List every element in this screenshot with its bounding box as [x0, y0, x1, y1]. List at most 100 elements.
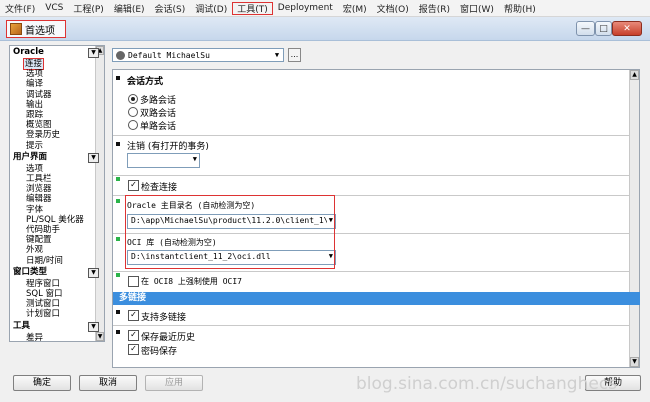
chevron-down-icon: ▼: [192, 155, 197, 163]
menu-item-6[interactable]: 工具(T): [232, 1, 273, 15]
menu-item-2[interactable]: 工程(P): [68, 2, 108, 15]
radio-multi-session[interactable]: [128, 94, 138, 104]
section-marker-icon: [116, 76, 120, 80]
tree-item[interactable]: 字体: [26, 205, 43, 215]
tree-item[interactable]: 调试器: [26, 90, 52, 100]
menu-item-0[interactable]: 文件(F): [0, 2, 40, 15]
logoff-section: 注销 (有打开的事务) ▼: [113, 135, 630, 176]
tree-group-label: Oracle: [13, 47, 44, 57]
tree-item[interactable]: 差异: [26, 333, 43, 341]
menu-item-9[interactable]: 文档(O): [372, 2, 414, 15]
check-connection-checkbox[interactable]: ✓: [128, 180, 139, 191]
preferences-tree: ▲ ▼ Oracle ▼ 连接 选项 编译 调试器 输出 跟踪 概览图 登录历史 提示 用户界面 ▼ 选项…: [9, 45, 105, 342]
minimize-button[interactable]: —: [576, 21, 595, 36]
collapse-toggle-icon[interactable]: ▼: [88, 267, 99, 278]
section-marker-green-icon: [116, 177, 120, 181]
menu-item-8[interactable]: 宏(M): [338, 2, 372, 15]
dialog-title-text: 首选项: [25, 25, 55, 37]
save-password-checkbox[interactable]: ✓: [128, 344, 139, 355]
profile-select[interactable]: Default MichaelSu ▼: [112, 48, 284, 62]
scroll-up-arrow[interactable]: ▲: [630, 70, 639, 80]
tree-item[interactable]: 浏览器: [26, 184, 52, 194]
save-history-checkbox[interactable]: ✓: [128, 330, 139, 341]
check-connection-section: ✓ 检查连接: [113, 175, 630, 196]
force-oci7-section: 在 OCI8 上强制使用 OCI7: [113, 271, 630, 293]
dialog-titlebar: 首选项 — □ ✕: [0, 17, 650, 41]
tree-group-label: 窗口类型: [13, 266, 48, 277]
tree-item[interactable]: SQL 窗口: [26, 289, 63, 299]
tree-item[interactable]: 程序窗口: [26, 279, 60, 289]
multi-connection-label: 支持多链接: [141, 313, 187, 323]
ok-button[interactable]: 确定: [13, 375, 71, 391]
tree-item[interactable]: 编辑器: [26, 194, 52, 204]
menu-item-3[interactable]: 编辑(E): [109, 2, 150, 15]
section-marker-icon: [116, 310, 120, 314]
save-password-label: 密码保存: [141, 347, 178, 357]
panel-scrollbar[interactable]: ▲ ▼: [629, 70, 639, 367]
tree-item[interactable]: PL/SQL 美化器: [26, 215, 84, 225]
logoff-select[interactable]: ▼: [127, 153, 200, 168]
scroll-down-arrow[interactable]: ▼: [96, 332, 104, 341]
menubar: 文件(F) VCS 工程(P) 编辑(E) 会话(S) 调试(D) 工具(T) Deploym…: [0, 0, 650, 17]
profile-gear-icon: [116, 50, 125, 60]
save-history-label: 保存最近历史: [141, 333, 196, 343]
tree-item[interactable]: 代码助手: [26, 225, 60, 235]
tree-item[interactable]: 概览图: [26, 120, 52, 130]
force-oci7-label: 在 OCI8 上强制使用 OCI7: [141, 277, 242, 286]
tree-item[interactable]: 输出: [26, 100, 43, 110]
tree-item[interactable]: 选项: [26, 69, 43, 79]
tree-item[interactable]: 连接: [22, 58, 45, 70]
profile-more-button[interactable]: ...: [288, 48, 301, 62]
tree-item[interactable]: 计划窗口: [26, 309, 60, 319]
menu-item-12[interactable]: 帮助(H): [499, 2, 541, 15]
radio-single-session[interactable]: [128, 120, 138, 130]
radio-multi-session-label: 多路会话: [140, 96, 177, 106]
session-mode-title: 会话方式: [127, 77, 164, 87]
tree-group-label: 工具: [13, 320, 31, 331]
menu-item-7[interactable]: Deployment: [273, 3, 338, 13]
cancel-button[interactable]: 取消: [79, 375, 137, 391]
section-marker-green-icon: [116, 237, 120, 241]
tree-item[interactable]: 外观: [26, 245, 43, 255]
scroll-down-arrow[interactable]: ▼: [630, 357, 639, 367]
tree-group-3[interactable]: 工具 ▼: [11, 321, 101, 332]
dialog-title: 首选项: [6, 20, 66, 38]
menu-item-1[interactable]: VCS: [40, 3, 68, 13]
menu-item-11[interactable]: 窗口(W): [455, 2, 499, 15]
menu-item-5[interactable]: 调试(D): [190, 2, 232, 15]
radio-dual-session[interactable]: [128, 107, 138, 117]
tree-item[interactable]: 提示: [26, 141, 43, 151]
tree-item[interactable]: 测试窗口: [26, 299, 60, 309]
tree-item[interactable]: 选项: [26, 164, 43, 174]
tree-group-2[interactable]: 窗口类型 ▼: [11, 267, 101, 278]
tree-item[interactable]: 登录历史: [26, 130, 60, 140]
section-marker-icon: [116, 142, 120, 146]
close-button[interactable]: ✕: [612, 21, 642, 36]
menu-item-4[interactable]: 会话(S): [150, 2, 191, 15]
multi-connection-checkbox[interactable]: ✓: [128, 310, 139, 321]
section-marker-green-icon: [116, 199, 120, 203]
collapse-toggle-icon[interactable]: ▼: [88, 152, 99, 163]
tree-item[interactable]: 日期/时间: [26, 256, 63, 266]
tree-item[interactable]: 工具栏: [26, 174, 52, 184]
tree-item[interactable]: 键配置: [26, 235, 52, 245]
multi-connection-support-row: ✓ 支持多链接: [113, 306, 630, 326]
watermark-text: blog.sina.com.cn/suchanghecs: [356, 374, 618, 394]
collapse-toggle-icon[interactable]: ▼: [88, 321, 99, 332]
collapse-toggle-icon[interactable]: ▼: [88, 48, 99, 58]
radio-dual-session-label: 双路会话: [140, 109, 177, 119]
tree-group-1[interactable]: 用户界面 ▼: [11, 152, 101, 163]
multi-connection-header: 多链接: [113, 292, 640, 305]
menu-item-10[interactable]: 报告(R): [414, 2, 455, 15]
tree-item[interactable]: 编译: [26, 79, 43, 89]
tree-scrollbar[interactable]: ▲ ▼: [95, 46, 104, 341]
chevron-down-icon: ▼: [274, 51, 280, 59]
apply-button[interactable]: 应用: [145, 375, 203, 391]
tree-item[interactable]: 跟踪: [26, 110, 43, 120]
maximize-button[interactable]: □: [595, 21, 612, 36]
section-marker-green-icon: [116, 273, 120, 277]
tree-group-0[interactable]: Oracle ▼: [11, 47, 101, 58]
force-oci7-checkbox[interactable]: [128, 276, 139, 287]
app-icon: [10, 23, 22, 35]
section-marker-icon: [116, 330, 120, 334]
